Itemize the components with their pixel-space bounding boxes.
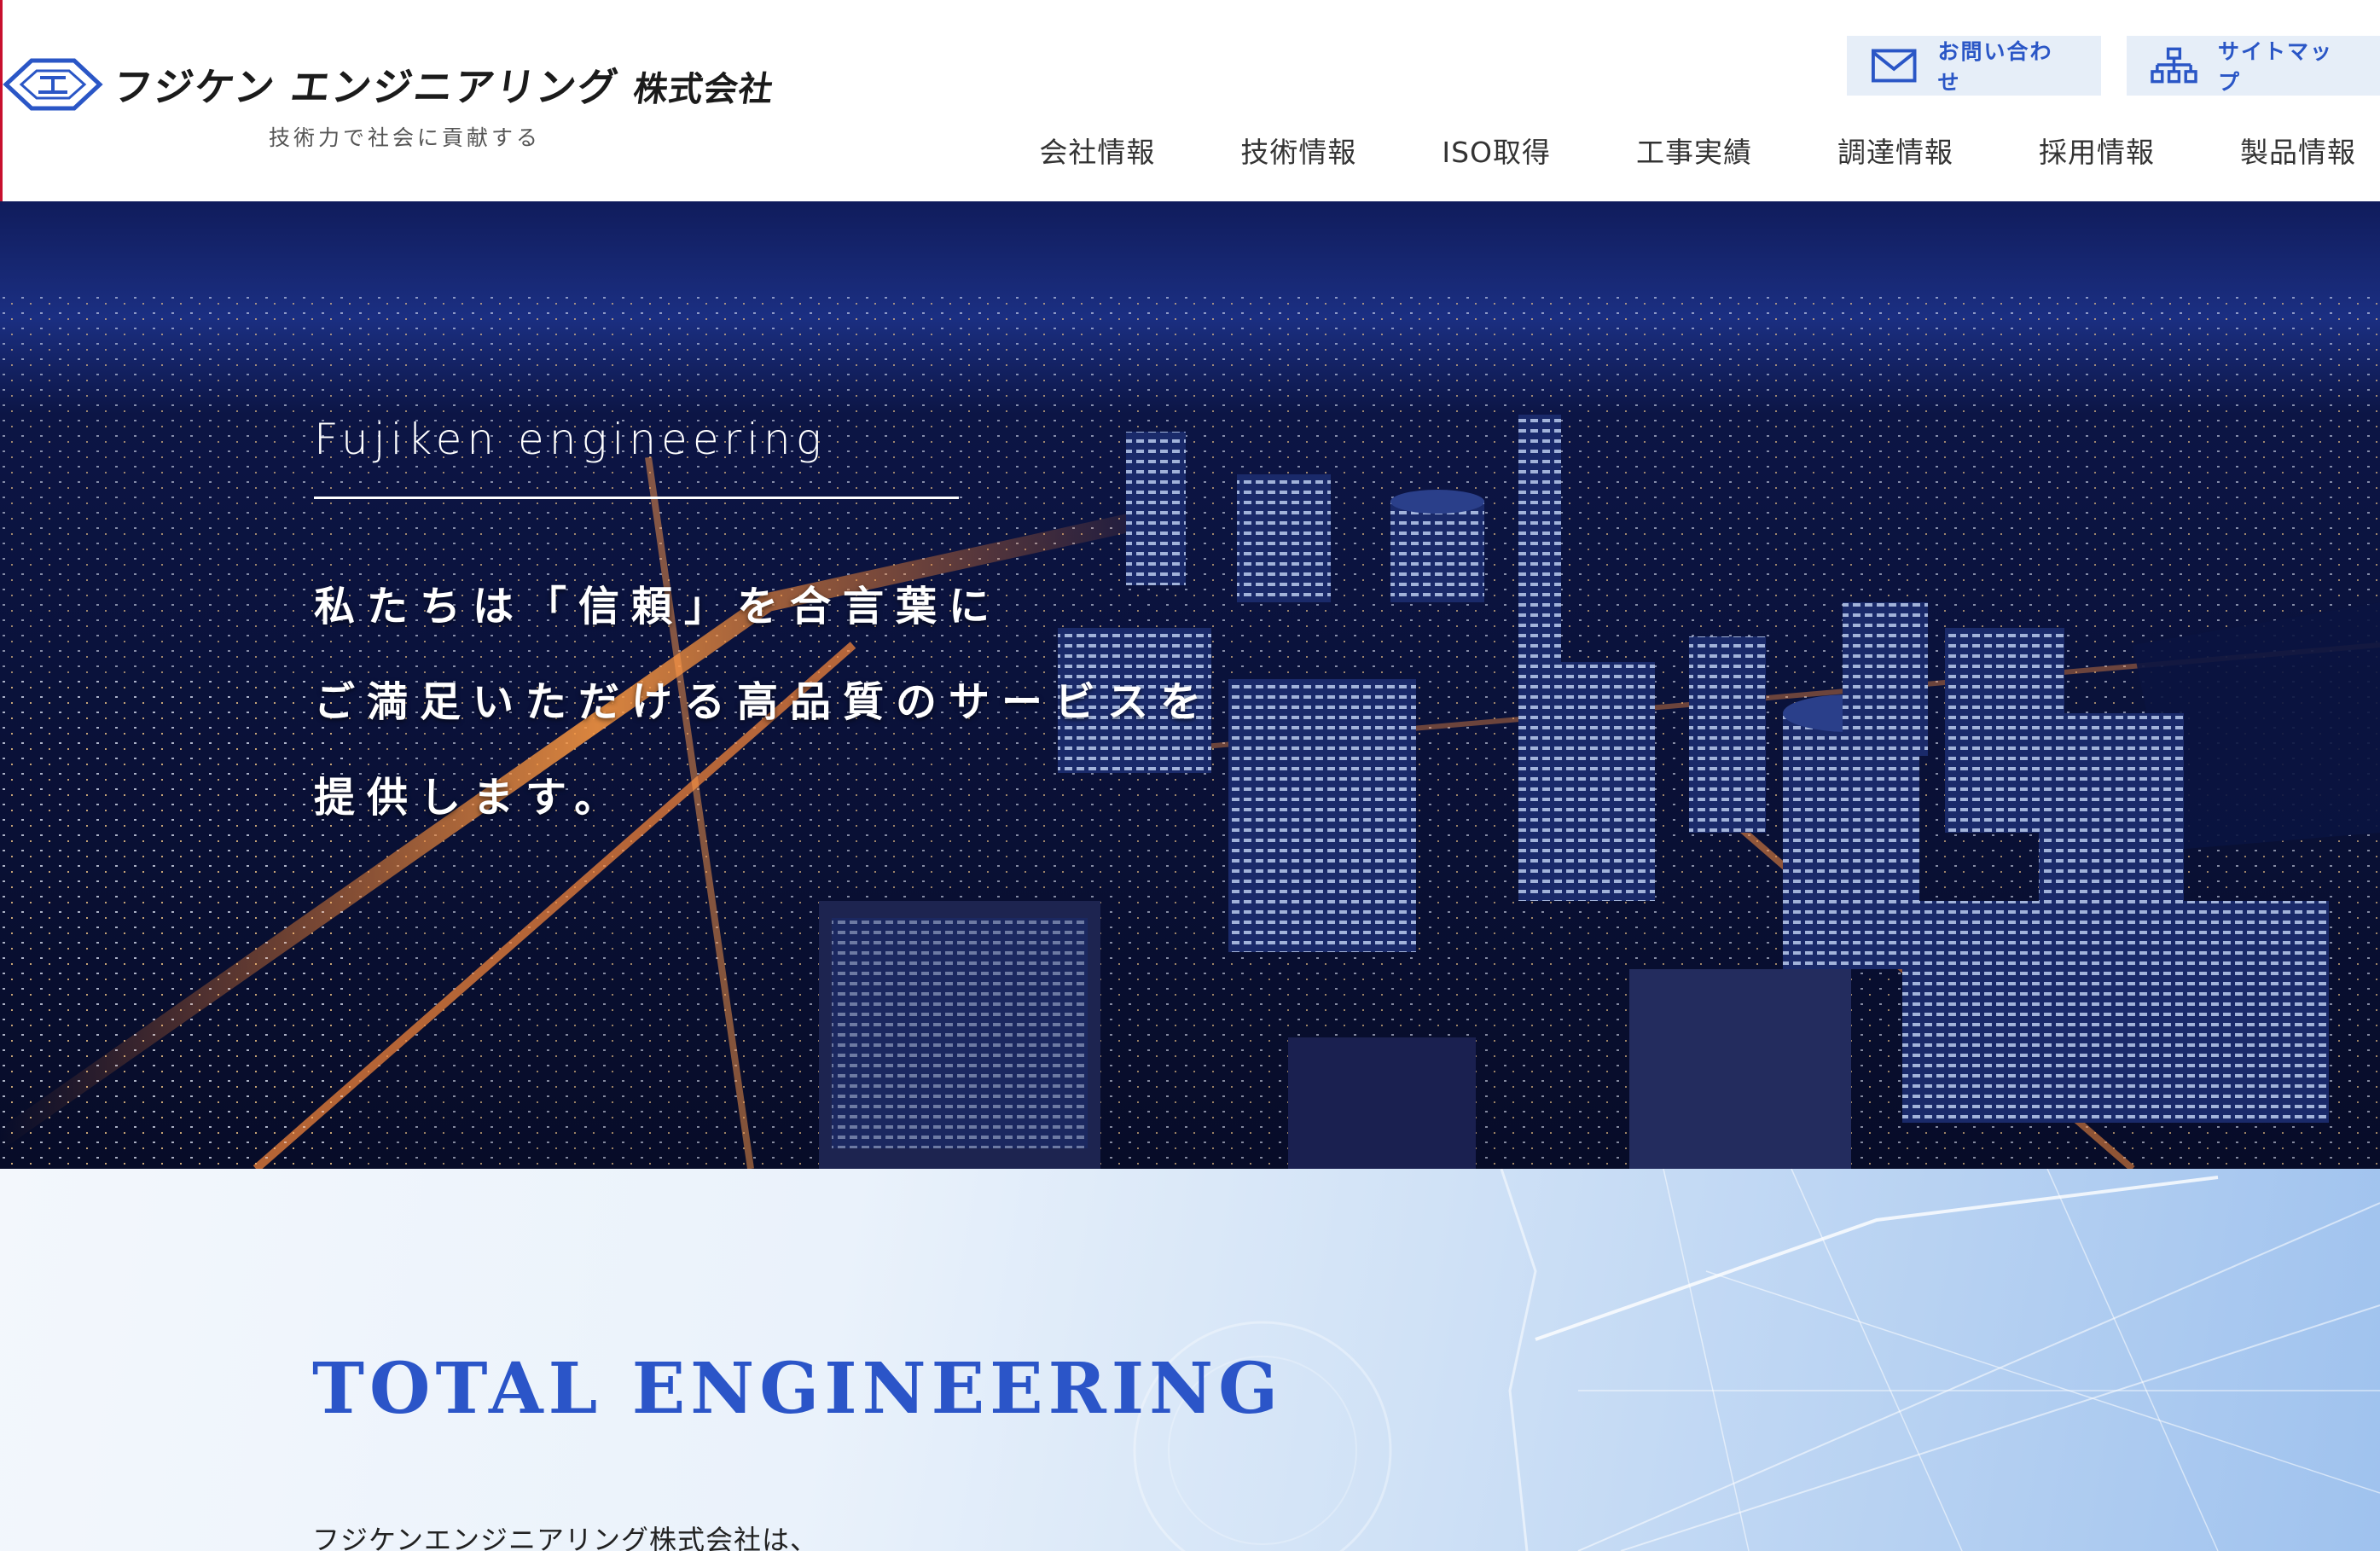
hero-eyebrow: Fujiken engineering [314,415,827,464]
sitemap-label: サイトマップ [2217,39,2333,95]
hero-divider [314,497,959,499]
sitemap-icon [2151,47,2197,84]
main-nav: 会社情報 技術情報 ISO取得 工事実績 調達情報 採用情報 製品情報 [954,130,2356,171]
tagline: 技術力で社会に貢献する [269,125,542,150]
hero-line: 提供します。 [314,774,628,822]
total-engineering-section: TOTAL ENGINEERING フジケンエンジニアリング株式会社は、 [0,1169,2380,1551]
hero-banner: Fujiken engineering 私たちは「信頼」を合言葉に ご満足いただ… [0,201,2380,1169]
sitemap-button[interactable]: サイトマップ [2127,36,2380,96]
nav-item-procurement[interactable]: 調達情報 [1837,130,1953,171]
contact-label: お問い合わせ [1937,39,2053,95]
nav-item-company[interactable]: 会社情報 [1039,130,1155,171]
section-title: TOTAL ENGINEERING [312,1348,1284,1430]
mail-icon [1871,49,1917,83]
nav-item-iso[interactable]: ISO取得 [1442,130,1551,171]
hero-line: 私たちは「信頼」を合言葉に [314,583,1002,630]
company-suffix: 株式会社 [630,70,777,109]
fujiken-emblem-icon [3,58,103,111]
hero-headline: 私たちは「信頼」を合言葉に ご満足いただける高品質のサービスを 提供します。 [314,559,1213,845]
nav-item-technology[interactable]: 技術情報 [1240,130,1356,171]
hero-line: ご満足いただける高品質のサービスを [314,678,1214,726]
company-name: フジケン エンジニアリング 株式会社 [109,56,778,113]
site-header: フジケン エンジニアリング 株式会社 技術力で社会に貢献する お問い合わせ サイト… [0,0,2380,201]
nav-item-products[interactable]: 製品情報 [2240,130,2356,171]
hero-text: Fujiken engineering 私たちは「信頼」を合言葉に ご満足いただ… [314,415,1213,845]
logo[interactable]: フジケン エンジニアリング 株式会社 [3,55,778,114]
nav-item-recruit[interactable]: 採用情報 [2039,130,2155,171]
nav-item-works[interactable]: 工事実績 [1636,130,1752,171]
contact-button[interactable]: お問い合わせ [1847,36,2101,96]
section-intro: フジケンエンジニアリング株式会社は、 [312,1524,819,1551]
